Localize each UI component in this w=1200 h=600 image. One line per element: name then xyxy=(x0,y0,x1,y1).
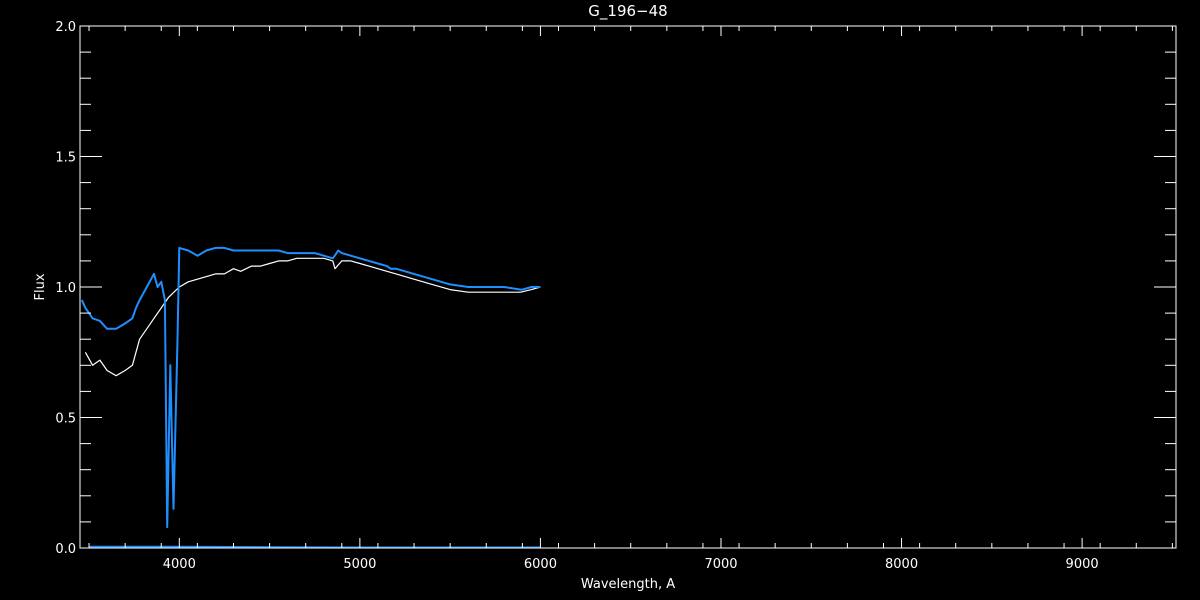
x-tick-label: 7000 xyxy=(704,557,737,572)
chart-svg: 4000 5000 6000 7000 8000 90000.00.51.01.52.0 … xyxy=(33,2,1177,592)
chart-title: G_196−48 xyxy=(588,2,667,21)
x-tick-label: 5000 xyxy=(343,557,376,572)
y-axis-label: Flux xyxy=(33,273,48,300)
x-axis-label: Wavelength, A xyxy=(581,577,675,592)
y-tick-label: 2.0 xyxy=(55,20,76,35)
y-tick-label: 0.5 xyxy=(55,412,76,427)
x-tick-label: 6000 xyxy=(524,557,557,572)
series-line-3 xyxy=(89,545,541,549)
x-tick-label: 8000 xyxy=(885,557,918,572)
plot-frame xyxy=(79,25,1177,549)
series-layer xyxy=(80,246,541,549)
spectrum-chart: 4000 5000 6000 7000 8000 9000 0.0 0.5 1.0 1.5 2.0 … xyxy=(0,0,1200,600)
series-line-2 xyxy=(80,246,541,529)
x-tick-label: 4000 xyxy=(163,557,196,572)
y-tick-label: 1.0 xyxy=(55,281,76,296)
y-tick-label: 1.5 xyxy=(55,151,76,166)
x-tick-label: 9000 xyxy=(1066,557,1099,572)
axes-layer: 4000 5000 6000 7000 8000 9000 0.0 0.5 1.0 1.5 2.0 xyxy=(55,20,1177,572)
y-tick-label: 0.0 xyxy=(55,542,76,557)
